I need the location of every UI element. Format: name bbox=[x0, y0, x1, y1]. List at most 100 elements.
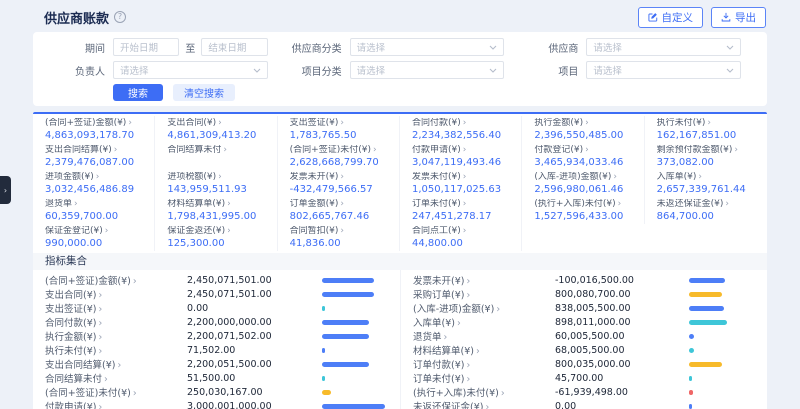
chevron-right-icon: › bbox=[133, 388, 137, 399]
chevron-right-icon: › bbox=[340, 118, 344, 128]
owner-select[interactable]: 请选择 bbox=[113, 61, 268, 79]
list-item[interactable]: 入库单(¥)› 898,011,000.00 bbox=[401, 315, 767, 329]
metric-card[interactable]: 付款申请(¥)› 3,047,119,493.46 bbox=[400, 143, 522, 170]
search-button[interactable]: 搜索 bbox=[113, 84, 163, 101]
list-item-bar bbox=[322, 390, 388, 395]
metric-card[interactable]: (入库-进项)金额(¥)› 2,596,980,061.46 bbox=[522, 170, 644, 197]
start-date-input[interactable]: 开始日期 bbox=[113, 38, 179, 56]
export-button[interactable]: 导出 bbox=[711, 7, 766, 28]
download-icon bbox=[721, 12, 731, 22]
metric-card[interactable]: 订单未付(¥)› 247,451,278.17 bbox=[400, 197, 522, 224]
list-item-bar bbox=[322, 348, 388, 353]
metric-label: 付款申请(¥) bbox=[412, 145, 461, 155]
chevron-down-icon bbox=[253, 68, 261, 73]
metric-label: (合同+签证)金额(¥) bbox=[45, 118, 126, 128]
list-item[interactable]: 订单未付(¥)› 45,700.00 bbox=[401, 371, 767, 385]
clear-search-button[interactable]: 清空搜索 bbox=[173, 84, 235, 101]
list-item[interactable]: 发票未开(¥)› -100,016,500.00 bbox=[401, 273, 767, 287]
metric-label: 材料结算单(¥) bbox=[167, 199, 225, 209]
metric-value: 4,861,309,413.20 bbox=[167, 130, 270, 142]
list-item[interactable]: 合同结算未付› 51,500.00 bbox=[33, 371, 400, 385]
chevron-right-icon: › bbox=[476, 346, 480, 357]
supplier-select[interactable]: 请选择 bbox=[586, 38, 741, 56]
metric-card[interactable]: 进项金额(¥)› 3,032,456,486.89 bbox=[33, 170, 155, 197]
chevron-right-icon: › bbox=[227, 226, 231, 236]
list-item[interactable]: 执行未付(¥)› 71,502.00 bbox=[33, 343, 400, 357]
list-item[interactable]: 订单付款(¥)› 800,035,000.00 bbox=[401, 357, 767, 371]
list-item[interactable]: 执行金额(¥)› 2,200,071,502.00 bbox=[33, 329, 400, 343]
metric-card[interactable]: 合同点工(¥)› 44,800.00 bbox=[400, 224, 522, 251]
metric-label: 执行金额(¥) bbox=[534, 118, 583, 128]
customize-button[interactable]: 自定义 bbox=[638, 7, 704, 28]
metric-card[interactable]: 付款登记(¥)› 3,465,934,033.46 bbox=[522, 143, 644, 170]
chevron-right-icon: › bbox=[340, 172, 344, 182]
period-field: 期间 开始日期 至 结束日期 bbox=[45, 38, 282, 56]
metric-card[interactable]: 合同结算未付› bbox=[155, 143, 277, 170]
metric-card[interactable]: 材料结算单(¥)› 1,798,431,995.00 bbox=[155, 197, 277, 224]
metric-label: 退货单 bbox=[45, 199, 72, 209]
metric-value: 373,082.00 bbox=[657, 157, 761, 169]
help-icon[interactable]: ? bbox=[114, 11, 126, 23]
metric-value: 2,234,382,556.40 bbox=[412, 130, 515, 142]
metric-label: (执行+入库)未付(¥) bbox=[534, 199, 615, 209]
metric-card[interactable]: 支出合同(¥)› 4,861,309,413.20 bbox=[155, 116, 277, 143]
chevron-right-icon: › bbox=[463, 199, 467, 209]
metric-value: 2,396,550,485.00 bbox=[534, 130, 637, 142]
list-item-label: 未返还保证金(¥) bbox=[413, 402, 483, 409]
drawer-handle[interactable]: › bbox=[0, 176, 11, 204]
metric-card[interactable]: 合同付款(¥)› 2,234,382,556.40 bbox=[400, 116, 522, 143]
chevron-right-icon: › bbox=[227, 199, 231, 209]
metric-card[interactable]: 支出签证(¥)› 1,783,765.50 bbox=[278, 116, 400, 143]
metric-card[interactable]: 保证金返还(¥)› 125,300.00 bbox=[155, 224, 277, 251]
metric-card[interactable]: 入库单(¥)› 2,657,339,761.44 bbox=[645, 170, 767, 197]
metric-card[interactable]: 退货单› 60,359,700.00 bbox=[33, 197, 155, 224]
metric-card[interactable]: (合同+签证)金额(¥)› 4,863,093,178.70 bbox=[33, 116, 155, 143]
metric-card[interactable]: 剩余预付款金额(¥)› 373,082.00 bbox=[645, 143, 767, 170]
metric-label: 支出合同(¥) bbox=[167, 118, 216, 128]
metric-card[interactable]: 订单金额(¥)› 802,665,767.46 bbox=[278, 197, 400, 224]
list-item[interactable]: 支出合同(¥)› 2,450,071,501.00 bbox=[33, 287, 400, 301]
metric-label: 付款登记(¥) bbox=[534, 145, 583, 155]
chevron-right-icon: › bbox=[74, 199, 78, 209]
list-item[interactable]: 材料结算单(¥)› 68,005,500.00 bbox=[401, 343, 767, 357]
list-item[interactable]: 退货单› 60,005,500.00 bbox=[401, 329, 767, 343]
list-item[interactable]: 采购订单(¥)› 800,080,700.00 bbox=[401, 287, 767, 301]
metric-card[interactable]: 合同暂扣(¥)› 41,836.00 bbox=[278, 224, 400, 251]
list-item[interactable]: 付款申请(¥)› 3,000,001,000.00 bbox=[33, 399, 400, 409]
list-item-value: 71,502.00 bbox=[187, 345, 295, 356]
metric-card[interactable]: 执行金额(¥)› 2,396,550,485.00 bbox=[522, 116, 644, 143]
project-select[interactable]: 请选择 bbox=[586, 61, 741, 79]
metric-card[interactable]: (合同+签证)未付(¥)› 2,628,668,799.70 bbox=[278, 143, 400, 170]
chevron-right-icon: › bbox=[466, 276, 470, 287]
list-item[interactable]: 支出签证(¥)› 0.00 bbox=[33, 301, 400, 315]
list-item-value: 45,700.00 bbox=[555, 373, 663, 384]
list-item[interactable]: (入库-进项)金额(¥)› 838,005,500.00 bbox=[401, 301, 767, 315]
metric-card[interactable]: 执行未付(¥)› 162,167,851.00 bbox=[645, 116, 767, 143]
chevron-right-icon: › bbox=[618, 199, 622, 209]
chevron-right-icon: › bbox=[496, 304, 500, 315]
supplier-category-select[interactable]: 请选择 bbox=[350, 38, 505, 56]
metric-card[interactable]: 未返还保证金(¥)› 864,700.00 bbox=[645, 197, 767, 224]
list-item-label: 执行金额(¥) bbox=[45, 332, 96, 343]
metric-value: 4,863,093,178.70 bbox=[45, 130, 148, 142]
chevron-right-icon: › bbox=[485, 402, 489, 409]
end-date-input[interactable]: 结束日期 bbox=[201, 38, 267, 56]
metric-card[interactable]: 发票未开(¥)› -432,479,566.57 bbox=[278, 170, 400, 197]
metric-card[interactable]: 保证金登记(¥)› 990,000.00 bbox=[33, 224, 155, 251]
list-item[interactable]: (合同+签证)未付(¥)› 250,030,167.00 bbox=[33, 385, 400, 399]
chevron-right-icon: › bbox=[98, 346, 102, 357]
metric-card[interactable]: 支出合同结算(¥)› 2,379,476,087.00 bbox=[33, 143, 155, 170]
list-item[interactable]: 合同付款(¥)› 2,200,000,000.00 bbox=[33, 315, 400, 329]
list-item[interactable]: (执行+入库)未付(¥)› -61,939,498.00 bbox=[401, 385, 767, 399]
metric-card[interactable]: (执行+入库)未付(¥)› 1,527,596,433.00 bbox=[522, 197, 644, 224]
metric-card[interactable]: 进项税额(¥)› 143,959,511.93 bbox=[155, 170, 277, 197]
list-item[interactable]: 支出合同结算(¥)› 2,200,051,500.00 bbox=[33, 357, 400, 371]
list-item-bar bbox=[689, 390, 755, 395]
project-category-select[interactable]: 请选择 bbox=[350, 61, 505, 79]
metric-card[interactable]: 发票未付(¥)› 1,050,117,025.63 bbox=[400, 170, 522, 197]
project-category-field: 项目分类 请选择 bbox=[282, 61, 519, 79]
list-item-bar bbox=[689, 278, 755, 283]
list-item[interactable]: 未返还保证金(¥)› 0.00 bbox=[401, 399, 767, 409]
list-item[interactable]: (合同+签证)金额(¥)› 2,450,071,501.00 bbox=[33, 273, 400, 287]
metric-label: 保证金登记(¥) bbox=[45, 226, 103, 236]
